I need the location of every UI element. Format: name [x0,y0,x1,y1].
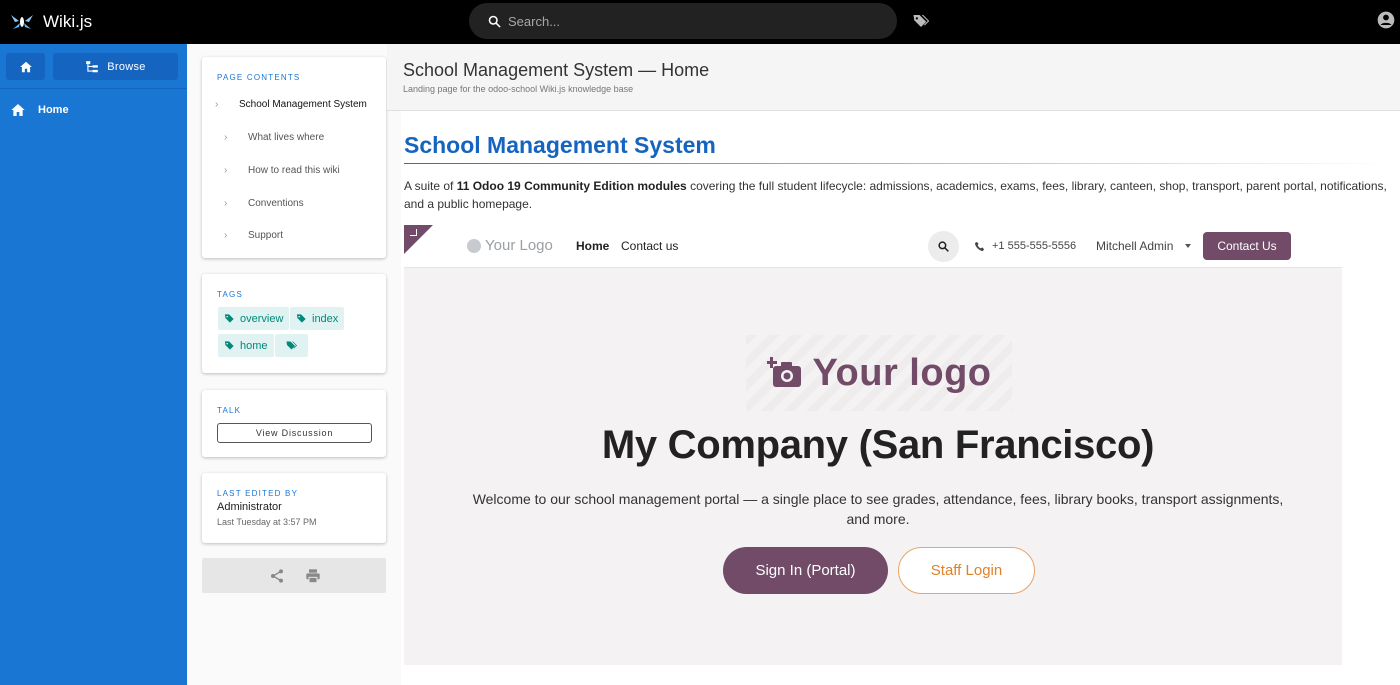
add-photo-icon [766,357,801,387]
chevron-right-icon: › [224,197,228,209]
edit-time: Last Tuesday at 3:57 PM [217,517,317,527]
page-header: School Management System — Home Landing … [387,44,1400,111]
talk-card: TALK View Discussion [202,390,386,457]
toc-item[interactable]: › What lives where [224,130,324,144]
all-tags-chip[interactable] [275,334,308,357]
tag-icon [224,314,234,323]
page-subtitle: Landing page for the odoo-school Wiki.js… [403,84,634,94]
last-edited-card: LAST EDITED BY Administrator Last Tuesda… [202,473,386,543]
caret-down-icon [1185,244,1191,248]
odoo-user-menu: Mitchell Admin [1096,239,1174,253]
tags-icon [286,341,297,349]
phone-icon [974,241,985,251]
tags-card: TAGS overview index home [202,274,386,373]
toc-title: PAGE CONTENTS [217,73,301,82]
browse-button[interactable]: Browse [53,53,178,80]
tag-chip[interactable]: home [218,334,274,357]
page-actions [202,558,386,593]
wikijs-logo-icon [11,15,33,29]
logo-disc-icon [467,238,481,253]
home-icon [11,104,25,116]
odoo-logo-placeholder: Your logo [746,335,1012,411]
browse-label: Browse [107,60,146,73]
brand[interactable]: Wiki.js [10,12,92,32]
odoo-sign-in-button: Sign In (Portal) [723,547,888,594]
tag-icon [296,314,306,323]
home-icon [19,61,32,72]
view-discussion-button[interactable]: View Discussion [217,423,372,443]
print-icon[interactable] [305,568,321,584]
toc-card: PAGE CONTENTS › School Management System… [202,57,386,258]
page-sidebar: PAGE CONTENTS › School Management System… [187,44,401,685]
corner-mark-icon [410,229,417,236]
chevron-right-icon: › [224,131,228,143]
nav-item-label: Home [38,104,69,116]
app-name: Wiki.js [43,12,93,31]
odoo-nav-contact: Contact us [621,239,679,253]
search-icon [488,15,501,28]
home-button[interactable] [6,53,45,80]
account-icon[interactable] [1376,10,1396,30]
editor-corner-badge [404,225,433,254]
toc-item[interactable]: › Support [224,228,283,242]
page-content: School Management System A suite of 11 O… [404,111,1400,685]
odoo-logo-small: Your Logo [467,237,553,254]
nav-header: Browse [0,44,187,89]
odoo-welcome-text: Welcome to our school management portal … [472,491,1284,527]
chevron-right-icon: › [224,229,228,241]
toc-item-main[interactable]: › School Management System [215,97,367,111]
heading-underline [404,163,1394,164]
odoo-contact-button: Contact Us [1203,232,1291,260]
odoo-nav-home: Home [576,239,610,253]
tag-chip[interactable]: index [290,307,345,330]
chevron-right-icon: › [215,98,219,110]
odoo-staff-login-button: Staff Login [898,547,1035,594]
odoo-search-button [928,231,959,262]
editor-name: Administrator [217,501,282,513]
intro-paragraph: A suite of 11 Odoo 19 Community Edition … [404,179,1387,211]
sitemap-icon [86,60,99,72]
toc-item[interactable]: › Conventions [224,196,304,210]
odoo-navbar: Your Logo Home Contact us +1 555-555-555… [404,225,1342,268]
search-icon [938,241,949,252]
tag-chip[interactable]: overview [218,307,290,330]
search-bar[interactable]: Search... [469,3,897,39]
odoo-phone: +1 555-555-5556 [974,240,1076,252]
side-navigation: Browse Home [0,44,187,685]
tags-icon[interactable] [912,12,930,30]
last-edited-title: LAST EDITED BY [217,489,299,498]
content-heading: School Management System [404,132,716,158]
search-input[interactable]: Search... [508,14,560,29]
share-icon[interactable] [269,568,285,584]
tag-icon [224,341,234,350]
nav-item-home[interactable]: Home [0,100,187,120]
intro-bold: 11 Odoo 19 Community Edition modules [456,179,687,193]
odoo-homepage-screenshot: Your Logo Home Contact us +1 555-555-555… [404,225,1342,665]
odoo-company-name: My Company (San Francisco) [601,423,1155,467]
tags-title: TAGS [217,290,243,299]
chevron-right-icon: › [224,164,228,176]
page-title: School Management System — Home [403,60,710,80]
top-bar: Wiki.js Search... [0,0,1400,44]
toc-item[interactable]: › How to read this wiki [224,163,340,177]
talk-title: TALK [217,406,242,415]
